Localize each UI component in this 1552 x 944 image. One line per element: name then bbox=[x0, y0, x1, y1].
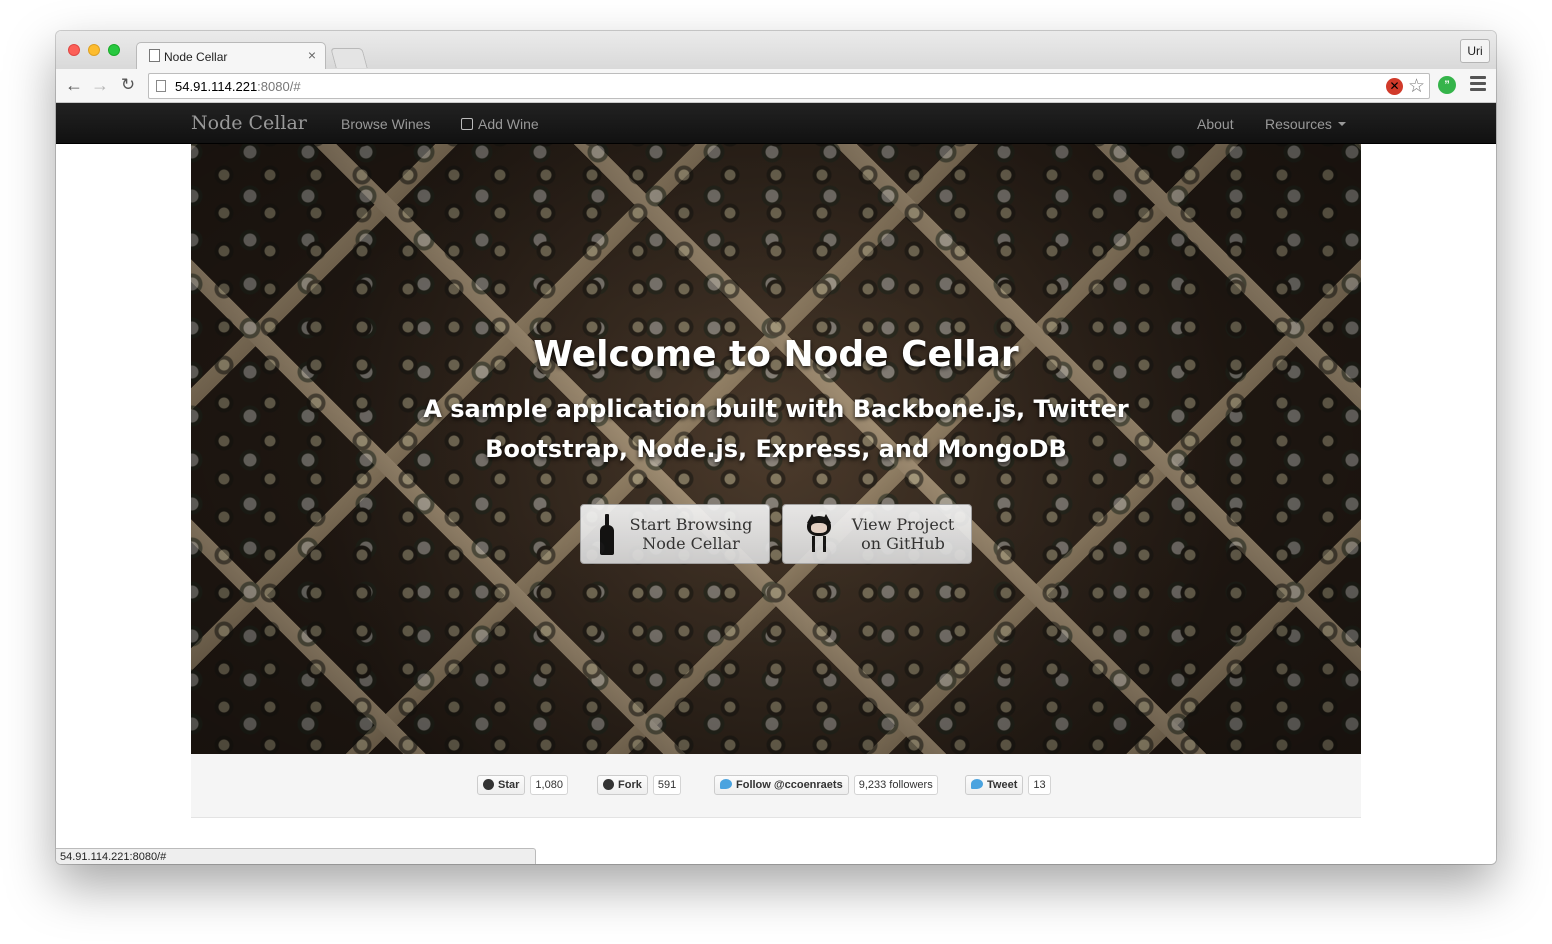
status-bubble: 54.91.114.221:8080/# bbox=[56, 848, 536, 864]
hero-subtitle: A sample application built with Backbone… bbox=[423, 395, 1129, 463]
view-github-button[interactable]: View Project on GitHub bbox=[782, 504, 972, 564]
twitter-bird-icon bbox=[971, 779, 983, 789]
brand-link[interactable]: Node Cellar bbox=[191, 112, 307, 134]
social-bar: Star 1,080 Fork 591 Follow @ccoenraets 9… bbox=[191, 754, 1361, 818]
hero-banner: Welcome to Node Cellar A sample applicat… bbox=[191, 144, 1361, 754]
title-bar: Node Cellar × Uri bbox=[56, 31, 1496, 69]
tab-close-icon[interactable]: × bbox=[308, 47, 316, 63]
bookmark-star-icon[interactable]: ☆ bbox=[1408, 75, 1425, 98]
wine-bottle-icon bbox=[600, 514, 614, 555]
arrow-right-icon: → bbox=[91, 75, 109, 95]
browser-menu-icon[interactable] bbox=[1470, 76, 1486, 94]
new-tab-button[interactable] bbox=[330, 48, 368, 68]
hangouts-extension-icon[interactable]: ” bbox=[1438, 76, 1456, 94]
forward-button[interactable]: → bbox=[90, 75, 110, 95]
user-profile-button[interactable]: Uri bbox=[1460, 39, 1490, 63]
browser-toolbar: ← → ↻ 54.91.114.221:8080/# ✕ ☆ ” bbox=[56, 69, 1496, 103]
nav-about[interactable]: About bbox=[1197, 116, 1234, 132]
hero-title: Welcome to Node Cellar bbox=[533, 334, 1019, 375]
url-text[interactable]: 54.91.114.221:8080/# bbox=[175, 79, 301, 94]
github-fork-count[interactable]: 591 bbox=[652, 775, 682, 795]
tab-title: Node Cellar bbox=[164, 50, 228, 64]
document-icon bbox=[149, 49, 160, 62]
twitter-followers-count[interactable]: 9,233 followers bbox=[853, 775, 938, 795]
page-icon bbox=[156, 80, 166, 92]
reload-icon: ↻ bbox=[120, 75, 136, 94]
arrow-left-icon: ← bbox=[65, 75, 83, 95]
octocat-icon bbox=[803, 514, 835, 554]
github-icon bbox=[483, 779, 494, 790]
minimize-window-button[interactable] bbox=[88, 44, 100, 56]
tweet-widget: Tweet 13 bbox=[965, 775, 1051, 795]
twitter-follow-button[interactable]: Follow @ccoenraets bbox=[714, 775, 849, 795]
github-star-widget: Star 1,080 bbox=[477, 775, 568, 795]
blocked-extension-icon[interactable]: ✕ bbox=[1386, 78, 1403, 95]
browser-tab[interactable]: Node Cellar × bbox=[136, 42, 326, 69]
github-icon bbox=[603, 779, 614, 790]
nav-add-wine-label: Add Wine bbox=[478, 116, 539, 132]
site-navbar: Node Cellar Browse Wines Add Wine About … bbox=[56, 103, 1496, 144]
page-viewport: Node Cellar Browse Wines Add Wine About … bbox=[56, 103, 1496, 864]
nav-resources-label: Resources bbox=[1265, 116, 1332, 132]
start-browsing-label: Start Browsing Node Cellar bbox=[629, 515, 753, 553]
browser-window: Node Cellar × Uri ← → ↻ 54.91.114.221:80… bbox=[56, 31, 1496, 864]
view-github-label: View Project on GitHub bbox=[851, 515, 955, 553]
caret-down-icon bbox=[1337, 122, 1346, 126]
twitter-bird-icon bbox=[720, 779, 732, 789]
twitter-follow-widget: Follow @ccoenraets 9,233 followers bbox=[714, 775, 938, 795]
nav-browse-wines[interactable]: Browse Wines bbox=[341, 116, 430, 132]
tweet-button[interactable]: Tweet bbox=[965, 775, 1024, 795]
reload-button[interactable]: ↻ bbox=[118, 75, 138, 95]
nav-add-wine[interactable]: Add Wine bbox=[461, 116, 539, 132]
edit-icon bbox=[461, 118, 473, 130]
github-fork-button[interactable]: Fork bbox=[597, 775, 648, 795]
github-star-button[interactable]: Star bbox=[477, 775, 526, 795]
github-star-count[interactable]: 1,080 bbox=[530, 775, 568, 795]
address-bar[interactable]: 54.91.114.221:8080/# ✕ ☆ bbox=[148, 73, 1430, 99]
nav-resources-dropdown[interactable]: Resources bbox=[1265, 116, 1346, 132]
close-window-button[interactable] bbox=[68, 44, 80, 56]
github-fork-widget: Fork 591 bbox=[597, 775, 682, 795]
start-browsing-button[interactable]: Start Browsing Node Cellar bbox=[580, 504, 770, 564]
zoom-window-button[interactable] bbox=[108, 44, 120, 56]
back-button[interactable]: ← bbox=[64, 75, 84, 95]
tweet-count[interactable]: 13 bbox=[1028, 775, 1051, 795]
